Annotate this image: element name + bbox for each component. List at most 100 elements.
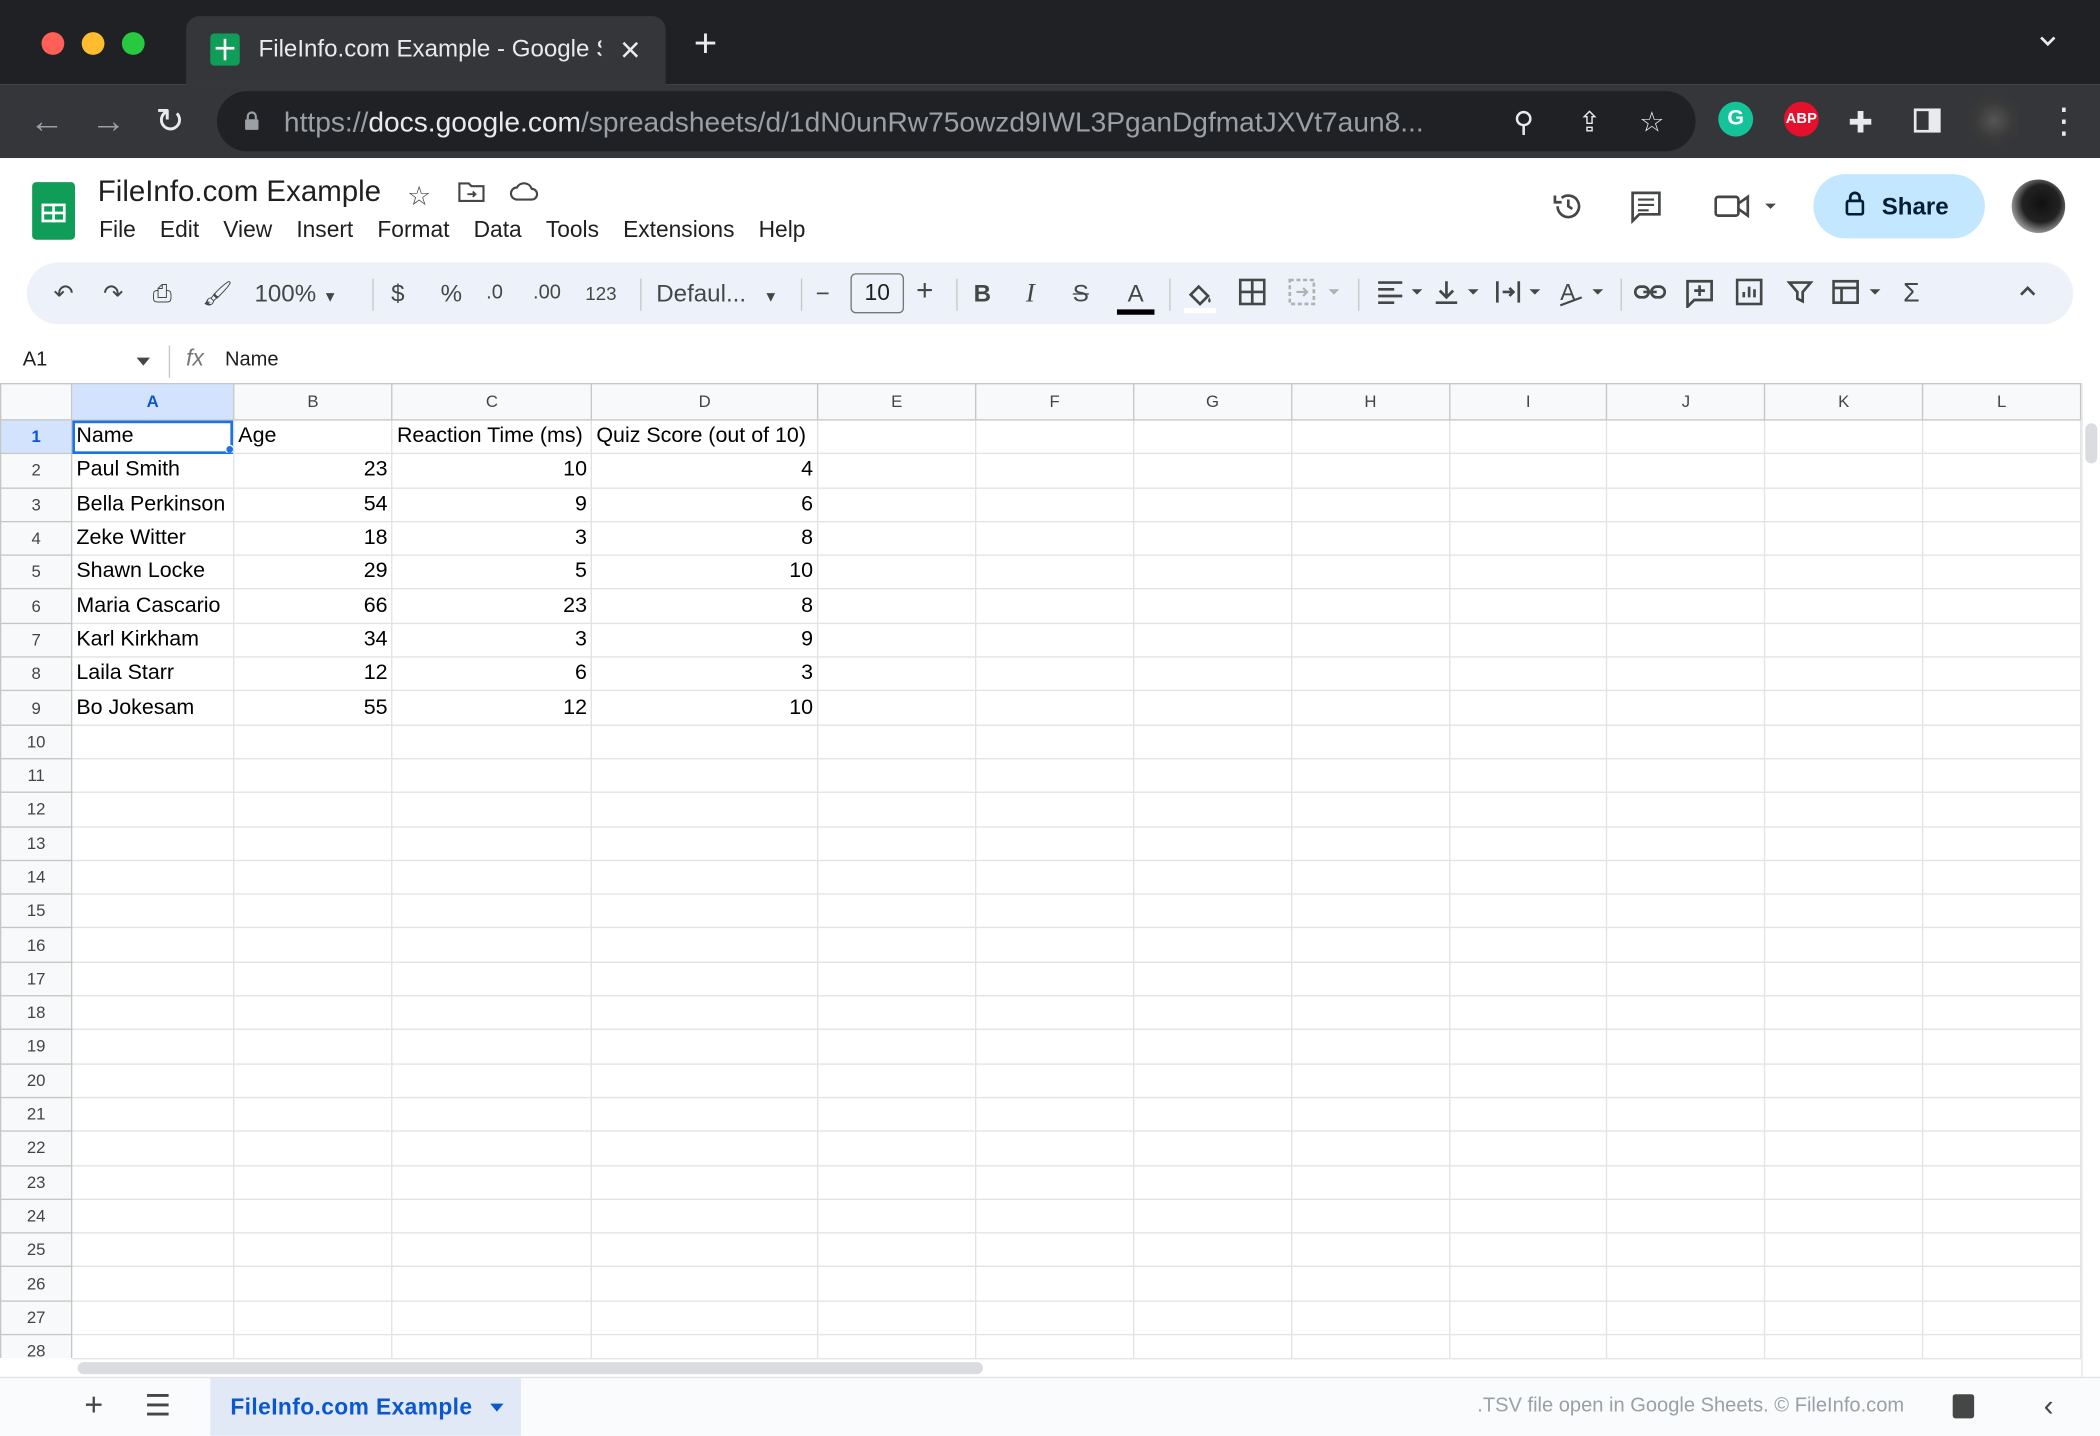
cell-e10[interactable]	[817, 724, 977, 760]
comments-icon[interactable]	[1629, 189, 1664, 233]
cell-h11[interactable]	[1290, 757, 1451, 794]
cell-f24[interactable]	[974, 1198, 1135, 1234]
cell-k22[interactable]	[1764, 1130, 1924, 1166]
cell-h5[interactable]	[1290, 554, 1451, 590]
row-header[interactable]: 1	[0, 419, 73, 455]
chevron-down-icon[interactable]	[2038, 32, 2057, 51]
cell-j4[interactable]	[1606, 520, 1766, 557]
horizontal-scroll-thumb[interactable]	[77, 1362, 984, 1375]
cell-j10[interactable]	[1606, 724, 1766, 760]
cell-d16[interactable]	[591, 927, 819, 963]
cell-h10[interactable]	[1290, 724, 1451, 760]
cell-b23[interactable]	[232, 1164, 393, 1200]
cell-e28[interactable]	[817, 1333, 977, 1359]
cell-i12[interactable]	[1448, 791, 1608, 828]
cell-c12[interactable]	[391, 791, 593, 828]
italic-icon[interactable]: I	[1026, 279, 1035, 308]
cell-l23[interactable]	[1922, 1164, 2082, 1200]
cell-c3[interactable]: 9	[391, 486, 593, 523]
cell-j11[interactable]	[1606, 757, 1766, 794]
cell-f19[interactable]	[974, 1029, 1135, 1065]
cell-c24[interactable]	[391, 1198, 593, 1234]
insert-comment-icon[interactable]	[1685, 279, 1714, 315]
cell-a26[interactable]	[71, 1266, 235, 1302]
cell-h23[interactable]	[1290, 1164, 1451, 1200]
cell-k21[interactable]	[1764, 1096, 1924, 1133]
cell-h7[interactable]	[1290, 622, 1451, 658]
horizontal-scrollbar[interactable]	[72, 1358, 2082, 1377]
grammarly-extension-icon[interactable]: G	[1718, 101, 1754, 137]
cell-g9[interactable]	[1132, 690, 1293, 726]
cell-j5[interactable]	[1606, 554, 1766, 590]
cell-j16[interactable]	[1606, 927, 1766, 963]
cell-c22[interactable]	[391, 1130, 593, 1166]
cell-c14[interactable]	[391, 859, 593, 895]
cell-e21[interactable]	[817, 1096, 977, 1133]
cell-k11[interactable]	[1764, 757, 1924, 794]
cell-d27[interactable]	[591, 1300, 819, 1336]
strikethrough-icon[interactable]: S	[1073, 279, 1089, 308]
cell-f28[interactable]	[974, 1333, 1135, 1359]
cell-a19[interactable]	[71, 1029, 235, 1065]
column-header-h[interactable]: H	[1290, 383, 1451, 421]
cell-d14[interactable]	[591, 859, 819, 895]
row-header[interactable]: 4	[0, 520, 73, 557]
row-header[interactable]: 23	[0, 1164, 73, 1200]
cell-j3[interactable]	[1606, 486, 1766, 523]
cell-c15[interactable]	[391, 893, 593, 929]
menu-file[interactable]: File	[99, 217, 136, 244]
cell-d15[interactable]	[591, 893, 819, 929]
cell-j6[interactable]	[1606, 588, 1766, 624]
cell-l15[interactable]	[1922, 893, 2082, 929]
profile-avatar[interactable]	[1968, 95, 2020, 146]
menu-help[interactable]: Help	[759, 217, 806, 244]
cell-c5[interactable]: 5	[391, 554, 593, 590]
row-header[interactable]: 14	[0, 859, 73, 895]
cell-k18[interactable]	[1764, 995, 1924, 1031]
cell-e25[interactable]	[817, 1232, 977, 1268]
cell-b3[interactable]: 54	[232, 486, 393, 523]
cell-g2[interactable]	[1132, 453, 1293, 489]
row-header[interactable]: 5	[0, 554, 73, 590]
cell-f25[interactable]	[974, 1232, 1135, 1268]
row-header[interactable]: 9	[0, 690, 73, 726]
cell-a6[interactable]: Maria Cascario	[71, 588, 235, 624]
cell-j19[interactable]	[1606, 1029, 1766, 1065]
tab-close-icon[interactable]: ×	[620, 29, 640, 69]
text-wrapping-icon[interactable]	[1495, 279, 1549, 312]
cell-h2[interactable]	[1290, 453, 1451, 489]
cell-k26[interactable]	[1764, 1266, 1924, 1302]
cell-h15[interactable]	[1290, 893, 1451, 929]
cell-j20[interactable]	[1606, 1062, 1766, 1099]
cell-g8[interactable]	[1132, 656, 1293, 692]
cell-h22[interactable]	[1290, 1130, 1451, 1166]
cell-i20[interactable]	[1448, 1062, 1608, 1099]
cell-i21[interactable]	[1448, 1096, 1608, 1133]
menu-format[interactable]: Format	[377, 217, 449, 244]
column-header-g[interactable]: G	[1132, 383, 1293, 421]
undo-icon[interactable]: ↶	[54, 279, 74, 308]
row-header[interactable]: 19	[0, 1029, 73, 1065]
cell-k16[interactable]	[1764, 927, 1924, 963]
cell-d3[interactable]: 6	[591, 486, 819, 523]
cell-l27[interactable]	[1922, 1300, 2082, 1336]
row-header[interactable]: 3	[0, 486, 73, 523]
cell-c17[interactable]	[391, 961, 593, 997]
cell-c19[interactable]	[391, 1029, 593, 1065]
cell-k25[interactable]	[1764, 1232, 1924, 1268]
fill-handle[interactable]	[224, 445, 233, 453]
cell-l10[interactable]	[1922, 724, 2082, 760]
cell-b12[interactable]	[232, 791, 393, 828]
cell-d25[interactable]	[591, 1232, 819, 1268]
cell-a20[interactable]	[71, 1062, 235, 1099]
adblock-extension-icon[interactable]: ABP	[1783, 101, 1819, 137]
cell-a25[interactable]	[71, 1232, 235, 1268]
cell-k24[interactable]	[1764, 1198, 1924, 1234]
cell-c11[interactable]	[391, 757, 593, 794]
cell-g5[interactable]	[1132, 554, 1293, 590]
redo-icon[interactable]: ↷	[103, 279, 123, 308]
menu-insert[interactable]: Insert	[296, 217, 353, 244]
column-header-i[interactable]: I	[1448, 383, 1608, 421]
cell-d26[interactable]	[591, 1266, 819, 1302]
back-arrow-icon[interactable]: ←	[29, 103, 64, 138]
